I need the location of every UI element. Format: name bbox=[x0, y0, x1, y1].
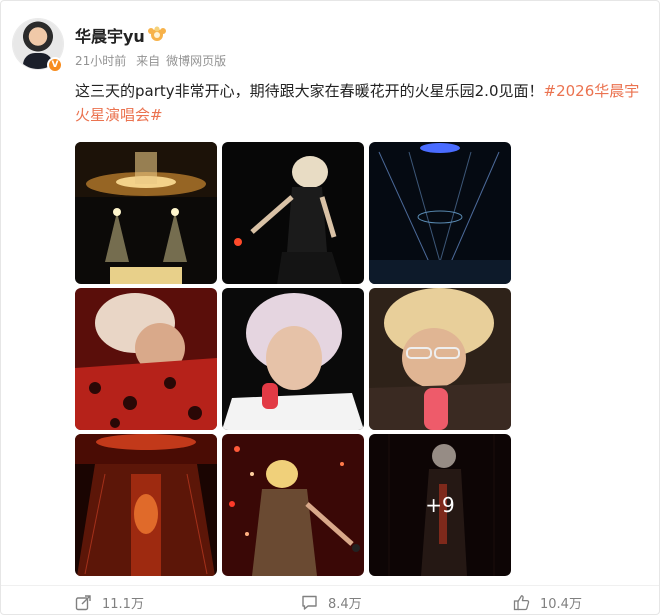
thumbs-up-icon bbox=[513, 594, 530, 610]
singer-dancing-photo[interactable] bbox=[222, 142, 364, 284]
singer-white-hair-mic-image bbox=[222, 288, 364, 430]
stage-wide-image bbox=[75, 142, 217, 284]
singer-white-hair-mic-photo[interactable] bbox=[222, 288, 364, 430]
share-button[interactable]: 11.1万 bbox=[75, 592, 144, 612]
stage-wide-photo[interactable] bbox=[75, 142, 217, 284]
red-stage-photo[interactable] bbox=[75, 434, 217, 576]
share-count: 11.1万 bbox=[102, 596, 144, 612]
stage-lights-image bbox=[369, 142, 511, 284]
singer-red-confetti-image bbox=[222, 434, 364, 576]
singer-red-leopard-photo[interactable] bbox=[75, 288, 217, 430]
verified-v-icon: V bbox=[47, 57, 63, 73]
post-meta: 21小时前 来自 微博网页版 bbox=[75, 52, 232, 69]
share-icon bbox=[75, 594, 91, 610]
singer-dancing-image bbox=[222, 142, 364, 284]
stage-lights-photo[interactable] bbox=[369, 142, 511, 284]
comment-icon bbox=[302, 595, 317, 610]
singer-glasses-mic-image bbox=[369, 288, 511, 430]
comment-button[interactable]: 8.4万 bbox=[301, 592, 362, 612]
post-text: 这三天的party非常开心，期待跟大家在春暖花开的火星乐园2.0见面！#2026… bbox=[75, 79, 645, 127]
singer-red-confetti-photo[interactable] bbox=[222, 434, 364, 576]
like-count: 10.4万 bbox=[540, 596, 582, 612]
comment-count: 8.4万 bbox=[328, 596, 362, 612]
singer-spotlight-photo[interactable]: +9 bbox=[369, 434, 511, 576]
more-images-count: +9 bbox=[425, 493, 455, 517]
action-toolbar: 11.1万 8.4万 10.4万 bbox=[1, 585, 659, 615]
post-time[interactable]: 21小时前 bbox=[75, 54, 126, 68]
user-name[interactable]: 华晨宇yu bbox=[75, 23, 145, 47]
singer-red-leopard-image bbox=[75, 288, 217, 430]
more-images-overlay[interactable]: +9 bbox=[369, 434, 511, 576]
post-source: 微博网页版 bbox=[166, 54, 227, 68]
source-prefix: 来自 bbox=[136, 54, 161, 68]
post-body-text: 这三天的party非常开心，期待跟大家在春暖花开的火星乐园2.0见面！ bbox=[75, 82, 544, 100]
like-button[interactable]: 10.4万 bbox=[513, 592, 582, 612]
red-stage-image bbox=[75, 434, 217, 576]
image-grid: +9 bbox=[75, 142, 512, 576]
singer-glasses-mic-photo[interactable] bbox=[369, 288, 511, 430]
fan-badge-icon[interactable] bbox=[147, 26, 167, 42]
weibo-post-card: V 华晨宇yu 21小时前 来自 微博网页版 这三天的party非常开心，期待跟大… bbox=[0, 0, 660, 615]
